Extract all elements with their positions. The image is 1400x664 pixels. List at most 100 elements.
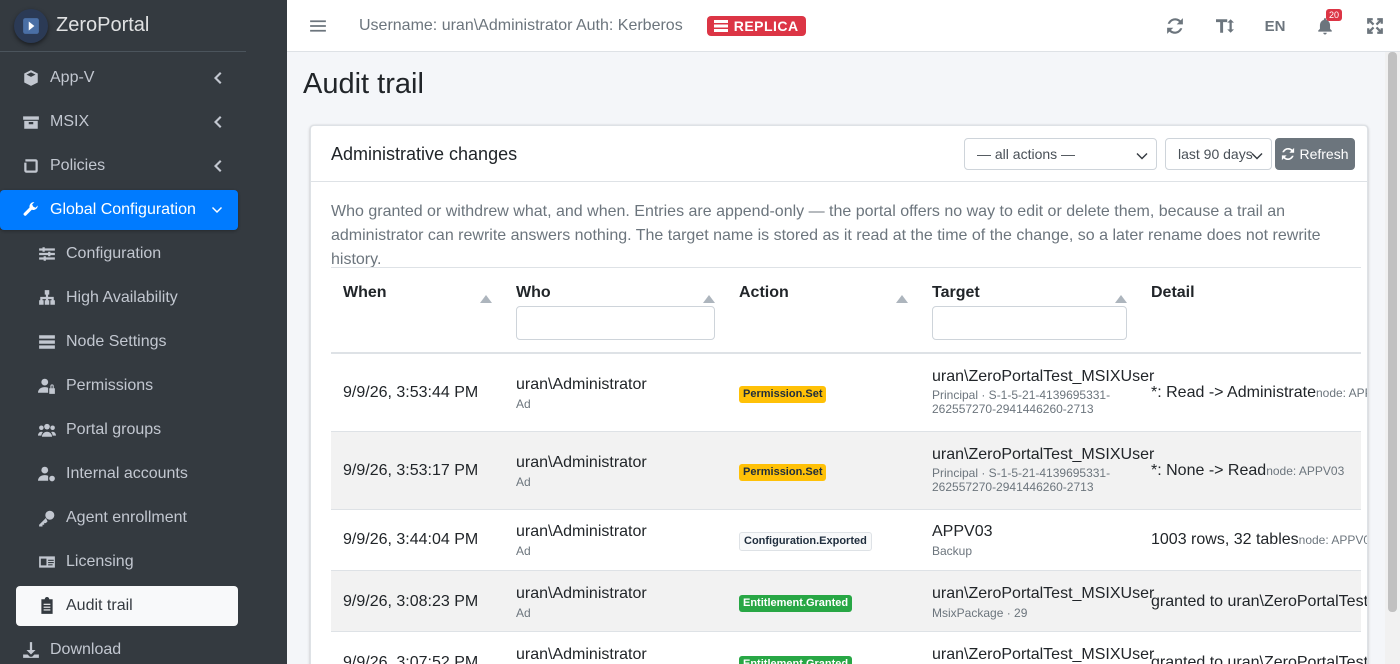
chevron-down-icon [1251,148,1263,160]
column-header-target[interactable]: Target [932,284,980,302]
cell-when: 9/9/26, 3:08:23 PM [343,593,479,610]
who-filter-input[interactable] [516,306,715,340]
refresh-label: Refresh [1299,146,1349,162]
sidebar-item-label: High Availability [66,289,178,306]
text-height-icon [1216,19,1234,33]
cube-icon [20,67,42,89]
sidebar-item-label: Internal accounts [66,465,188,482]
cell-detail: *: None -> Readnode: APPV03 [1151,462,1344,480]
cell-when: 9/9/26, 3:44:04 PM [343,531,479,548]
target-filter-input[interactable] [932,306,1127,340]
refresh-button[interactable]: Refresh [1275,138,1355,170]
cell-when: 9/9/26, 3:53:44 PM [343,384,479,401]
action-badge: Entitlement.Granted [739,656,853,664]
box-icon [20,111,42,133]
sidebar-item-audit-trail[interactable]: Audit trail [16,586,238,626]
text-size-button[interactable] [1200,17,1250,35]
cell-who: uran\Administrator [516,523,647,540]
sidebar-item-label: Policies [50,157,106,174]
cell-who-source: Ad [516,606,531,620]
sidebar-item-licensing[interactable]: Licensing [16,542,238,582]
action-badge: Permission.Set [739,386,827,403]
table-header: When Who Action Target Detail [331,268,1361,354]
language-button[interactable]: EN [1250,18,1300,35]
sidebar-item-policies[interactable]: Policies [0,146,238,186]
cell-when: 9/9/26, 3:07:52 PM [343,654,479,664]
sort-asc-icon[interactable] [1115,290,1127,303]
table-row[interactable]: 9/9/26, 3:08:23 PM uran\Administrator Ad… [331,571,1367,632]
server-icon [36,331,58,353]
column-header-action[interactable]: Action [739,284,789,302]
cell-target-sub: MsixPackage · 29 [932,606,1028,620]
replica-label: REPLICA [733,17,799,34]
sidebar-item-label: App-V [50,69,95,86]
brand[interactable]: ZeroPortal [0,0,246,52]
cell-target: uran\ZeroPortalTest_MSIXUser [932,585,1155,602]
cell-who: uran\Administrator [516,585,647,602]
reload-button[interactable] [1150,17,1200,35]
sidebar-item-download[interactable]: Download [0,630,238,664]
table-row[interactable]: 9/9/26, 3:53:44 PM uran\Administrator Ad… [331,354,1367,432]
notifications-button[interactable]: 20 [1300,9,1350,35]
users-icon [36,419,58,441]
table-row[interactable]: 9/9/26, 3:44:04 PM uran\Administrator Ad… [331,510,1367,571]
range-filter-select[interactable]: last 90 days [1165,138,1272,170]
user-lock-icon [36,375,58,397]
sidebar-item-appv[interactable]: App-V [0,58,238,98]
sidebar-item-high-availability[interactable]: High Availability [16,278,238,318]
sidebar-item-label: Download [50,641,122,658]
range-filter-value: last 90 days [1178,146,1253,162]
action-filter-select[interactable]: — all actions — [964,138,1157,170]
sort-asc-icon[interactable] [480,290,492,303]
replica-badge: REPLICA [706,15,806,36]
detail-text: *: Read -> Administrate [1151,384,1316,401]
page-scrollbar[interactable] [1385,52,1400,664]
scrollbar-thumb[interactable] [1388,52,1397,612]
cell-detail: *: Read -> Administratenode: APPV03 [1151,384,1367,402]
table-row[interactable]: 9/9/26, 3:53:17 PM uran\Administrator Ad… [331,432,1361,510]
action-badge: Entitlement.Granted [739,595,853,612]
sidebar-item-label: Portal groups [66,421,162,438]
sort-asc-icon[interactable] [896,290,908,303]
cell-who-source: Ad [516,475,531,489]
detail-text: 1003 rows, 32 tables [1151,531,1299,548]
sidebar-item-agent-enrollment[interactable]: Agent enrollment [16,498,238,538]
notification-count-badge: 20 [1326,9,1343,21]
sidebar-item-portal-groups[interactable]: Portal groups [16,410,238,450]
server-icon [713,19,728,32]
cell-target: uran\ZeroPortalTest_MSIXUser [932,368,1155,385]
brand-logo-icon [14,8,48,43]
detail-node: node: APPV03 [1266,464,1345,478]
cell-target-sub: Principal · S-1-5-21-4139695331-26255727… [932,466,1111,494]
wrench-icon [20,199,42,221]
chevron-left-icon [212,114,222,130]
sidebar-item-msix[interactable]: MSIX [0,102,238,142]
sidebar-item-permissions[interactable]: Permissions [16,366,238,406]
expand-icon [1367,18,1383,34]
sidebar-item-configuration[interactable]: Configuration [16,234,238,274]
sidebar-subnav: Configuration High Availability Node Set… [0,234,238,626]
chevron-down-icon [1136,148,1148,160]
clipboard-icon [36,595,58,617]
cell-target: uran\ZeroPortalTest_MSIXUser [932,446,1155,463]
sidebar-item-label: Global Configuration [50,201,196,218]
menu-toggle-icon[interactable] [309,17,327,35]
action-filter-value: — all actions — [977,146,1076,162]
top-actions: EN 20 [1150,0,1400,52]
cell-detail: granted to uran\ZeroPortalTest_MSIXUser [1151,593,1368,610]
sidebar-item-label: Licensing [66,553,134,570]
sidebar-item-global-configuration[interactable]: Global Configuration [0,190,238,230]
sidebar-item-internal-accounts[interactable]: Internal accounts [16,454,238,494]
table-row[interactable]: 9/9/26, 3:07:52 PM uran\Administrator Ad… [331,632,1367,664]
column-header-when[interactable]: When [343,284,387,302]
sort-asc-icon[interactable] [703,290,715,303]
chevron-down-icon [212,202,222,218]
sidebar: ZeroPortal App-V MSIX Policies Global Co… [0,0,287,664]
download-icon [20,639,42,661]
column-header-who[interactable]: Who [516,284,551,302]
sync-icon [1167,18,1183,34]
cell-who-source: Ad [516,544,531,558]
fullscreen-button[interactable] [1350,17,1400,35]
key-icon [36,507,58,529]
sidebar-item-node-settings[interactable]: Node Settings [16,322,238,362]
